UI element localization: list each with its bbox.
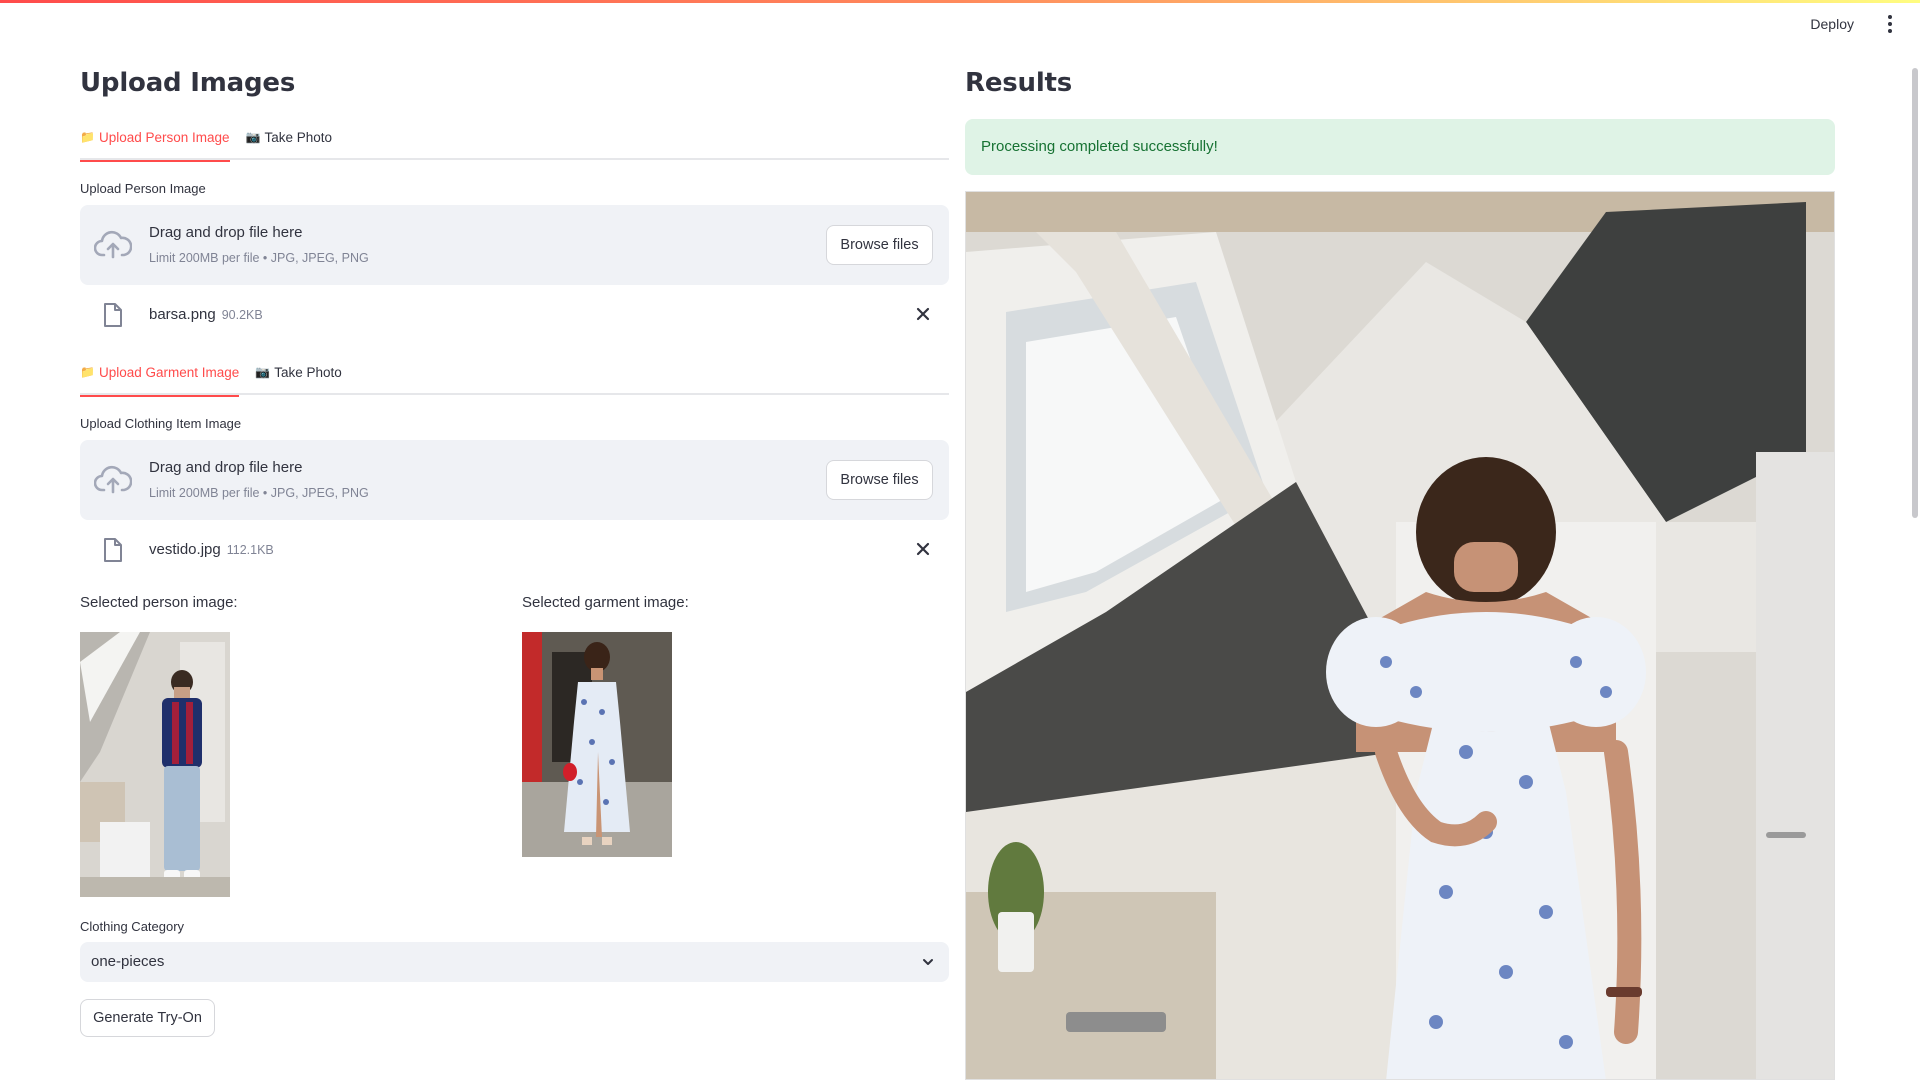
close-icon[interactable] bbox=[913, 304, 933, 324]
browse-files-button[interactable]: Browse files bbox=[826, 460, 933, 500]
dropzone-instructions: Drag and drop file here bbox=[149, 459, 303, 476]
upload-title: Upload Images bbox=[80, 68, 296, 98]
file-name-text: barsa.png bbox=[149, 306, 216, 323]
tab-upload-garment[interactable]: 📁 Upload Garment Image bbox=[80, 359, 240, 397]
garment-uploader-label: Upload Clothing Item Image bbox=[80, 416, 242, 431]
garment-image-preview bbox=[522, 632, 672, 857]
file-name: vestido.jpg 112.1KB bbox=[149, 541, 274, 558]
tryon-result-photo bbox=[966, 192, 1834, 1079]
person-tabs: 📁 Upload Person Image 📷 Take Photo bbox=[80, 124, 949, 162]
file-name: barsa.png 90.2KB bbox=[149, 306, 263, 323]
tab-label: Take Photo bbox=[274, 365, 342, 380]
garment-photo bbox=[522, 632, 672, 857]
file-icon bbox=[104, 538, 122, 562]
category-label: Clothing Category bbox=[80, 919, 185, 934]
tab-label: Take Photo bbox=[264, 130, 333, 145]
garment-dropzone[interactable]: Drag and drop file here Limit 200MB per … bbox=[80, 440, 949, 520]
selected-person-label: Selected person image: bbox=[80, 594, 238, 611]
folder-icon: 📁 bbox=[80, 130, 95, 144]
category-value: one-pieces bbox=[91, 953, 165, 970]
more-vertical-icon[interactable] bbox=[1880, 12, 1900, 36]
category-select[interactable]: one-pieces bbox=[80, 942, 949, 982]
success-alert: Processing completed successfully! bbox=[965, 119, 1835, 175]
file-name-text: vestido.jpg bbox=[149, 541, 221, 558]
person-photo bbox=[80, 632, 230, 897]
scrollbar[interactable] bbox=[1912, 68, 1918, 518]
person-image-preview bbox=[80, 632, 230, 897]
tab-take-photo-garment[interactable]: 📷 Take Photo bbox=[255, 359, 342, 395]
deploy-button[interactable]: Deploy bbox=[1802, 10, 1862, 38]
tab-take-photo-person[interactable]: 📷 Take Photo bbox=[246, 124, 333, 160]
top-decoration-bar bbox=[0, 0, 1920, 3]
dropzone-limit: Limit 200MB per file • JPG, JPEG, PNG bbox=[149, 251, 369, 265]
tab-label: Upload Person Image bbox=[98, 130, 230, 145]
chevron-down-icon bbox=[923, 959, 933, 965]
tab-label: Upload Garment Image bbox=[98, 365, 240, 380]
person-uploader-label: Upload Person Image bbox=[80, 181, 206, 196]
cloud-upload-icon bbox=[94, 465, 132, 494]
selected-garment-label: Selected garment image: bbox=[522, 594, 689, 611]
results-title: Results bbox=[965, 68, 1073, 98]
dropzone-instructions: Drag and drop file here bbox=[149, 224, 303, 241]
file-size: 90.2KB bbox=[221, 308, 263, 322]
camera-icon: 📷 bbox=[255, 365, 271, 379]
tab-upload-person[interactable]: 📁 Upload Person Image bbox=[80, 124, 230, 162]
success-message: Processing completed successfully! bbox=[981, 138, 1218, 155]
dropzone-limit: Limit 200MB per file • JPG, JPEG, PNG bbox=[149, 486, 369, 500]
person-dropzone[interactable]: Drag and drop file here Limit 200MB per … bbox=[80, 205, 949, 285]
folder-icon: 📁 bbox=[80, 365, 95, 379]
file-icon bbox=[104, 303, 122, 327]
garment-tabs: 📁 Upload Garment Image 📷 Take Photo bbox=[80, 359, 949, 397]
generate-tryon-button[interactable]: Generate Try-On bbox=[80, 999, 215, 1037]
uploaded-file-row: barsa.png 90.2KB bbox=[80, 292, 949, 338]
cloud-upload-icon bbox=[94, 230, 132, 259]
close-icon[interactable] bbox=[913, 539, 933, 559]
app-header: Deploy bbox=[1802, 0, 1920, 48]
browse-files-button[interactable]: Browse files bbox=[826, 225, 933, 265]
camera-icon: 📷 bbox=[245, 130, 261, 144]
file-size: 112.1KB bbox=[226, 543, 274, 557]
uploaded-file-row: vestido.jpg 112.1KB bbox=[80, 527, 949, 573]
result-image bbox=[965, 191, 1835, 1080]
